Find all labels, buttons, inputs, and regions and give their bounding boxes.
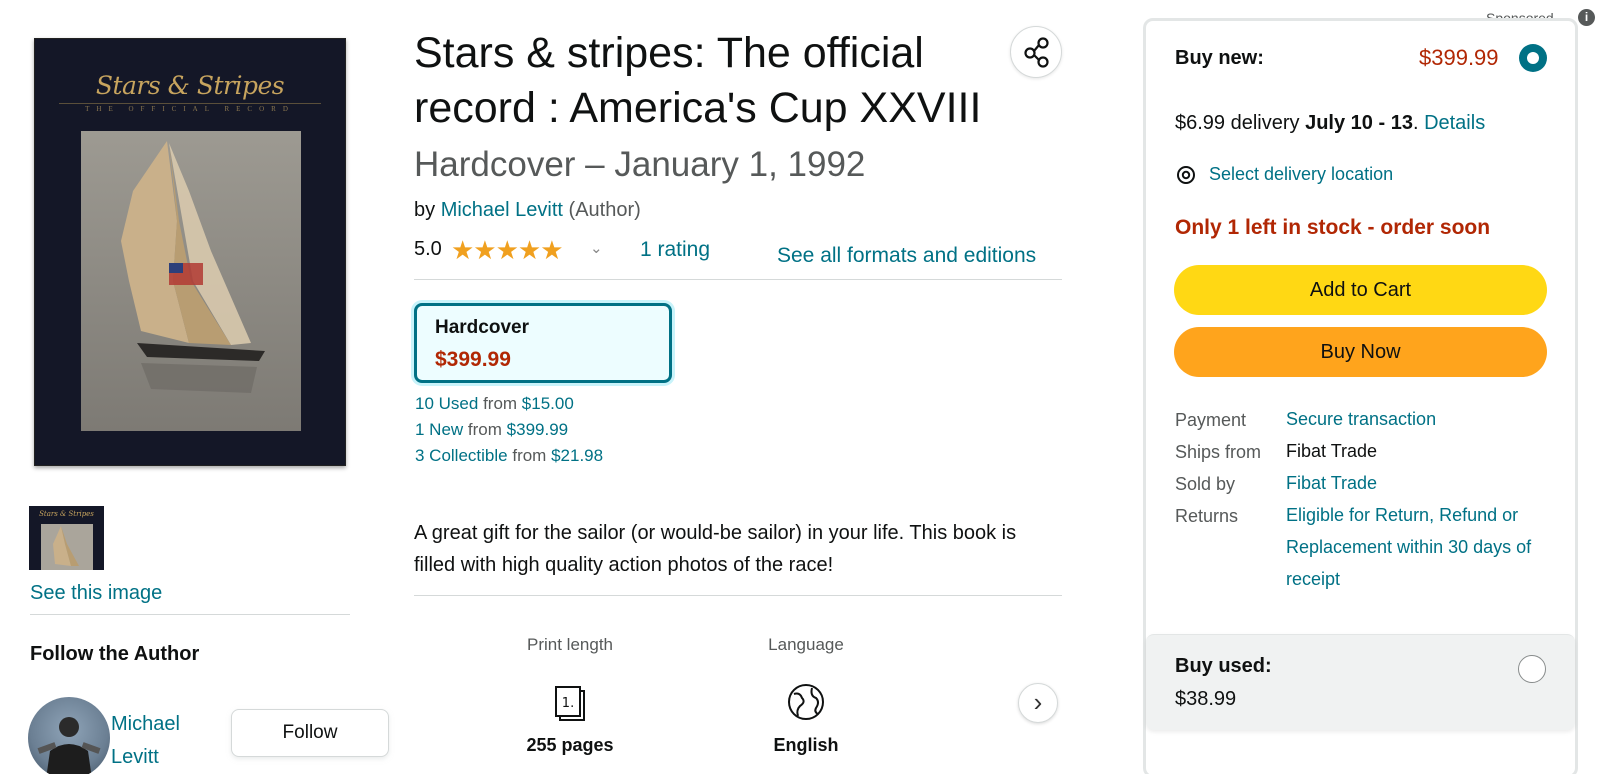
rating-count-link[interactable]: 1 rating [640,238,710,262]
chevron-down-icon[interactable]: ⌄ [590,239,603,257]
secure-transaction-link[interactable]: Secure transaction [1286,403,1556,435]
sold-by-link[interactable]: Fibat Trade [1286,467,1556,499]
offer-price[interactable]: $15.00 [522,394,574,413]
attribute-label-print-length: Print length [527,635,613,654]
delivery-dates: July 10 - 13 [1305,112,1413,134]
format-and-date: Hardcover – January 1, 1992 [414,145,866,184]
details-link[interactable]: Details [1424,112,1485,134]
buy-used-price: $38.99 [1175,688,1237,710]
offer-price[interactable]: $399.99 [507,420,568,439]
stock-status: Only 1 left in stock - order soon [1175,216,1491,239]
star-rating-icon[interactable]: ★★★★★ [451,235,564,266]
delivery-period: . [1412,112,1419,134]
see-this-image-link[interactable]: See this image [30,582,162,605]
offer-from: from [483,394,518,413]
format-option-price: $399.99 [435,348,511,371]
add-to-cart-button[interactable]: Add to Cart [1174,265,1547,315]
chevron-right-icon[interactable]: › [1018,683,1058,723]
thumbnail-photo [41,524,93,570]
buy-new-radio[interactable] [1519,44,1547,72]
offer-new[interactable]: 1 New from $399.99 [415,420,568,440]
offer-label[interactable]: 1 New [415,420,463,439]
author-avatar[interactable] [28,697,110,774]
attribute-value-print-length: 255 pages [526,735,614,755]
offer-price[interactable]: $21.98 [551,446,603,465]
format-option-name: Hardcover [435,317,529,338]
cover-photo-sailboat [81,131,301,431]
offer-collectible[interactable]: 3 Collectible from $21.98 [415,446,603,466]
globe-icon [786,682,826,722]
buy-now-button[interactable]: Buy Now [1174,327,1547,377]
author-name-link[interactable]: Michael Levitt [111,708,211,774]
divider [30,614,350,615]
buy-used-label: Buy used: [1175,655,1272,677]
byline: by Michael Levitt (Author) [414,199,641,222]
info-icon[interactable]: i [1578,9,1595,26]
offer-from: from [512,446,547,465]
author-role: (Author) [568,199,641,221]
thumbnail-script-title: Stars & Stripes [39,510,94,518]
rating-value: 5.0 [414,238,442,260]
product-description: A great gift for the sailor (or would-be… [414,522,1017,576]
returns-policy-link[interactable]: Eligible for Return, Refund or Replaceme… [1286,499,1556,595]
author-link[interactable]: Michael Levitt [441,199,563,221]
share-button[interactable] [1010,26,1062,78]
divider [414,595,1062,596]
select-delivery-location-link[interactable]: Select delivery location [1209,164,1393,185]
payment-label: Payment [1175,410,1247,430]
delivery-cost: $6.99 delivery [1175,112,1300,134]
attribute-label-language: Language [768,635,844,654]
follow-button[interactable]: Follow [231,709,389,757]
thumbnail-image[interactable]: Stars & Stripes [29,506,104,570]
cover-subtitle: THE OFFICIAL RECORD [59,103,321,113]
offer-label[interactable]: 3 Collectible [415,446,508,465]
divider [414,279,1062,280]
cover-script-title: Stars & Stripes [95,71,285,100]
by-prefix: by [414,199,436,221]
product-title: Stars & stripes: The official record : A… [414,29,982,132]
svg-text:1.: 1. [562,696,574,711]
see-all-formats-link[interactable]: See all formats and editions [777,244,1036,268]
offer-used[interactable]: 10 Used from $15.00 [415,394,574,414]
delivery-info: $6.99 delivery July 10 - 13. Details [1175,112,1485,135]
follow-author-heading: Follow the Author [30,643,200,665]
buy-used-section[interactable] [1146,634,1575,730]
sold-by-label: Sold by [1175,474,1236,494]
buy-new-price: $399.99 [1419,45,1499,70]
buy-new-label: Buy new: [1175,47,1264,69]
buy-used-radio[interactable] [1518,655,1546,683]
author-first-name: Michael [111,713,180,735]
book-pages-icon: 1. [549,682,589,722]
returns-label: Returns [1175,506,1239,526]
offer-label[interactable]: 10 Used [415,394,478,413]
location-pin-icon [1176,165,1196,185]
book-cover-image[interactable]: Stars & Stripes THE OFFICIAL RECORD [34,38,346,466]
ships-from-value: Fibat Trade [1286,441,1378,461]
ships-from-label: Ships from [1175,442,1262,462]
attribute-value-language: English [773,735,839,755]
offer-from: from [467,420,502,439]
share-icon [1024,37,1049,68]
author-last-name: Levitt [111,746,159,768]
